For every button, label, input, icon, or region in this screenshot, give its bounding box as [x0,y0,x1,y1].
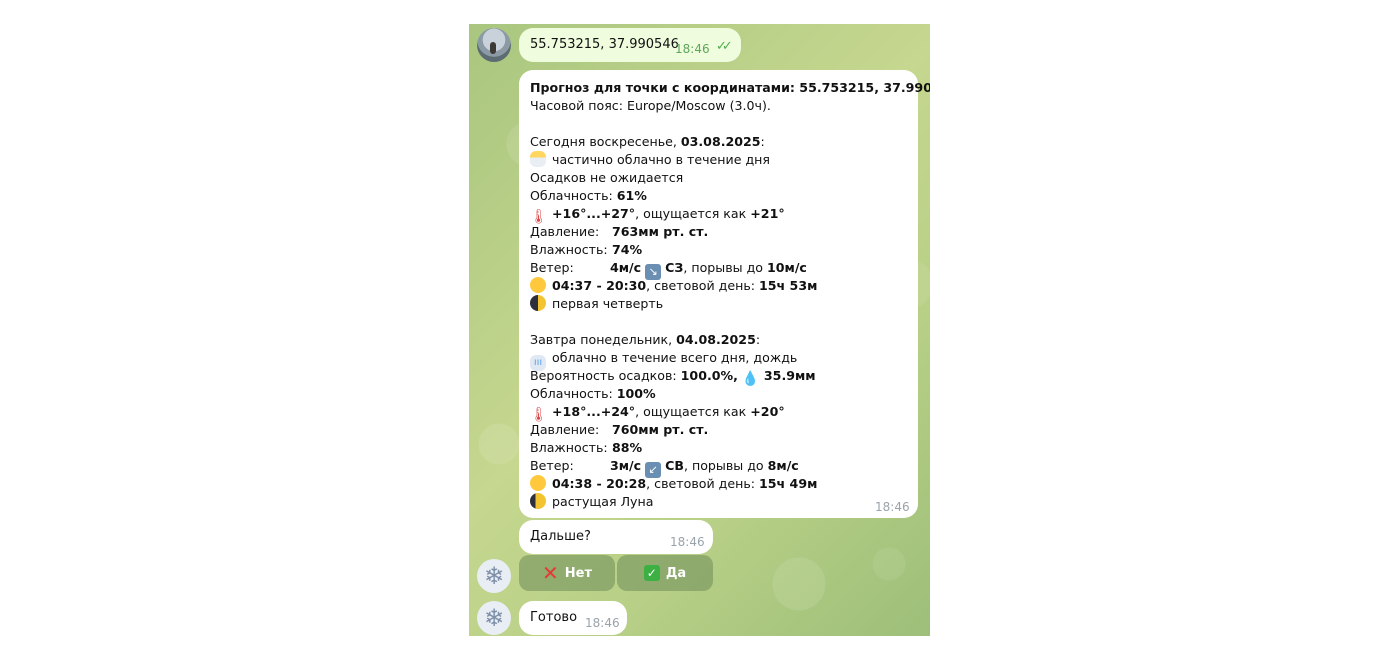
forecast-title: Прогноз для точки с координатами: 55.753… [530,80,930,95]
tomorrow-wind-line: Ветер: 3м/с ↙ СВ, порывы до 8м/с [530,458,799,478]
tomorrow-date-line: Завтра понедельник, 04.08.2025: [530,332,761,347]
today-cloud-line: Облачность: 61% [530,188,647,203]
bot-avatar[interactable]: ❄ [477,559,511,593]
today-temp-line: 🌡 +16°...+27°, ощущается как +21° [530,206,785,225]
snowflake-icon: ❄ [483,562,505,590]
today-date-line: Сегодня воскресенье, 03.08.2025: [530,134,765,149]
tomorrow-moon-line: растущая Луна [530,493,930,511]
tomorrow-humidity-line: Влажность: 88% [530,440,643,455]
forecast-message[interactable]: Прогноз для точки с координатами: 55.753… [519,70,930,518]
today-precip-line: Осадков не ожидается [530,170,684,185]
droplet-icon: 💧 [741,371,760,387]
today-humidity-line: Влажность: 74% [530,242,643,257]
waxing-moon-icon [530,493,546,509]
outgoing-message-text: 55.753215, 37.990546 [530,37,679,52]
bot-avatar[interactable]: ❄ [477,601,511,635]
read-checkmarks-icon: ✓✓ [716,39,733,54]
message-time: 18:46 [675,42,710,56]
tomorrow-pressure-line: Давление: 760мм рт. ст. [530,422,709,437]
tomorrow-precip-line: Вероятность осадков: 100.0%, 💧 35.9мм [530,368,816,387]
sun-face-icon [530,277,546,293]
today-condition-line: частично облачно в течение дня [530,151,930,169]
today-sun-line: 04:37 - 20:30, световой день: 15ч 53м [530,277,930,295]
today-wind-line: Ветер: 4м/с ↘ СЗ, порывы до 10м/с [530,260,807,280]
tomorrow-sun-line: 04:38 - 20:28, световой день: 15ч 49м [530,475,930,493]
user-avatar[interactable] [477,28,511,62]
snowflake-icon: ❄ [483,604,505,632]
tomorrow-cloud-line: Облачность: 100% [530,386,656,401]
question-message[interactable]: Дальше? 18:46 [519,520,713,554]
message-time: 18:46 [670,535,705,549]
tomorrow-temp-line: 🌡 +18°...+24°, ощущается как +20° [530,404,785,423]
timezone-line: Часовой пояс: Europe/Moscow (3.0ч). [530,98,771,113]
no-button[interactable]: ✕ Нет [519,555,615,591]
sun-face-icon [530,475,546,491]
outgoing-message[interactable]: 55.753215, 37.990546 18:46 ✓✓ [519,28,741,62]
cross-mark-icon: ✕ [542,561,559,585]
chat-area: 55.753215, 37.990546 18:46 ✓✓ Прогноз дл… [469,24,930,636]
tomorrow-condition-line: ııı облачно в течение всего дня, дождь [530,349,930,371]
today-pressure-line: Давление: 763мм рт. ст. [530,224,709,239]
check-mark-icon: ✓ [643,565,660,581]
question-text: Дальше? [530,529,591,544]
message-time: 18:46 [585,616,620,630]
today-moon-line: первая четверть [530,295,930,313]
yes-button[interactable]: ✓ Да [617,555,713,591]
message-time: 18:46 [875,500,910,514]
done-text: Готово [530,610,578,625]
done-message[interactable]: Готово 18:46 [519,601,627,635]
first-quarter-moon-icon [530,295,546,311]
sun-behind-cloud-icon [530,151,546,167]
